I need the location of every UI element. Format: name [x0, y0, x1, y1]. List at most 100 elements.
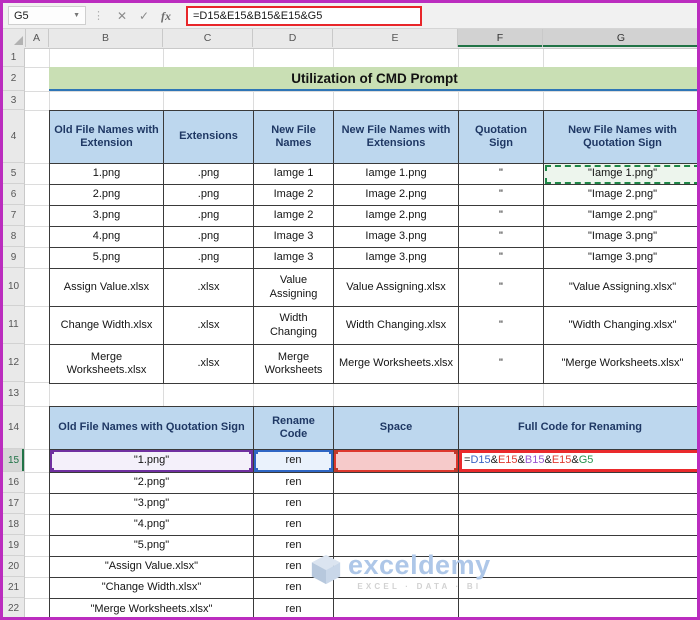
cell-D8[interactable]: Image 3 — [254, 227, 334, 248]
enter-button[interactable]: ✓ — [133, 4, 155, 28]
row-header-20[interactable]: 20 — [3, 556, 25, 577]
row-header-5[interactable]: 5 — [3, 163, 25, 184]
selection-handle[interactable] — [254, 450, 258, 454]
row-header-9[interactable]: 9 — [3, 247, 25, 268]
cell-G6[interactable]: "Image 2.png" — [544, 185, 697, 206]
cell-F7[interactable]: " — [459, 206, 544, 227]
row-header-3[interactable]: 3 — [3, 91, 25, 110]
cell-E5[interactable]: Iamge 1.png — [334, 164, 459, 185]
row-header-11[interactable]: 11 — [3, 306, 25, 344]
cell-D15[interactable]: ren — [254, 450, 334, 473]
cell-E11[interactable]: Width Changing.xlsx — [334, 307, 459, 345]
row-header-14[interactable]: 14 — [3, 406, 25, 449]
row-header-10[interactable]: 10 — [3, 268, 25, 306]
row-header-8[interactable]: 8 — [3, 226, 25, 247]
row-header-6[interactable]: 6 — [3, 184, 25, 205]
row-header-21[interactable]: 21 — [3, 577, 25, 598]
title-cell[interactable]: Utilization of CMD Prompt — [49, 67, 697, 91]
cell-F11[interactable]: " — [459, 307, 544, 345]
cell-F5[interactable]: " — [459, 164, 544, 185]
cell-F9[interactable]: " — [459, 248, 544, 269]
cell-E10[interactable]: Value Assigning.xlsx — [334, 269, 459, 307]
cell-E7[interactable]: Iamge 2.png — [334, 206, 459, 227]
row-header-19[interactable]: 19 — [3, 535, 25, 556]
row-header-22[interactable]: 22 — [3, 598, 25, 617]
cell-C6[interactable]: .png — [164, 185, 254, 206]
cell-F12[interactable]: " — [459, 345, 544, 383]
header-cell-E4[interactable]: New File Names with Extensions — [334, 111, 459, 164]
column-header-G[interactable]: G — [543, 28, 697, 47]
cell-C8[interactable]: .png — [164, 227, 254, 248]
cell-B21[interactable]: "Change Width.xlsx" — [50, 578, 254, 599]
cell-D17[interactable]: ren — [254, 494, 334, 515]
header-cell-G4[interactable]: New File Names with Quotation Sign — [544, 111, 697, 164]
row-header-17[interactable]: 17 — [3, 493, 25, 514]
cell-E9[interactable]: Iamge 3.png — [334, 248, 459, 269]
column-header-A[interactable]: A — [25, 28, 49, 47]
cell-G5[interactable]: "Iamge 1.png" — [544, 164, 697, 185]
cell-B7[interactable]: 3.png — [50, 206, 164, 227]
row-header-4[interactable]: 4 — [3, 110, 25, 163]
cell-E8[interactable]: Image 3.png — [334, 227, 459, 248]
insert-function-button[interactable]: fx — [155, 4, 177, 28]
cell-D5[interactable]: Iamge 1 — [254, 164, 334, 185]
cell-D12[interactable]: Merge Worksheets — [254, 345, 334, 383]
selection-handle[interactable] — [50, 450, 54, 454]
cell-C9[interactable]: .png — [164, 248, 254, 269]
cell-D7[interactable]: Iamge 2 — [254, 206, 334, 227]
column-header-E[interactable]: E — [333, 28, 458, 47]
cell-B12[interactable]: Merge Worksheets.xlsx — [50, 345, 164, 383]
cell-F22[interactable] — [459, 599, 697, 617]
row-header-18[interactable]: 18 — [3, 514, 25, 535]
cell-B18[interactable]: "4.png" — [50, 515, 254, 536]
cell-D16[interactable]: ren — [254, 473, 334, 494]
header-cell-B4[interactable]: Old File Names with Extension — [50, 111, 164, 164]
formula-input[interactable]: =D15&E15&B15&E15&G5 — [186, 5, 422, 26]
cell-G10[interactable]: "Value Assigning.xlsx" — [544, 269, 697, 307]
cell-C5[interactable]: .png — [164, 164, 254, 185]
cell-E22[interactable] — [334, 599, 459, 617]
header-cell-D4[interactable]: New File Names — [254, 111, 334, 164]
selection-handle[interactable] — [334, 450, 338, 454]
cell-B15[interactable]: "1.png" — [50, 450, 254, 473]
header-cell-F14[interactable]: Full Code for Renaming — [459, 407, 697, 450]
cell-F21[interactable] — [459, 578, 697, 599]
cell-G9[interactable]: "Iamge 3.png" — [544, 248, 697, 269]
header-cell-C4[interactable]: Extensions — [164, 111, 254, 164]
row-header-12[interactable]: 12 — [3, 344, 25, 382]
cell-F6[interactable]: " — [459, 185, 544, 206]
cell-F19[interactable] — [459, 536, 697, 557]
row-header-7[interactable]: 7 — [3, 205, 25, 226]
cell-F16[interactable] — [459, 473, 697, 494]
row-header-1[interactable]: 1 — [3, 48, 25, 67]
row-header-2[interactable]: 2 — [3, 67, 25, 91]
cell-C10[interactable]: .xlsx — [164, 269, 254, 307]
cell-D22[interactable]: ren — [254, 599, 334, 617]
cell-B8[interactable]: 4.png — [50, 227, 164, 248]
cell-D9[interactable]: Iamge 3 — [254, 248, 334, 269]
cell-F10[interactable]: " — [459, 269, 544, 307]
row-header-16[interactable]: 16 — [3, 472, 25, 493]
cell-D10[interactable]: Value Assigning — [254, 269, 334, 307]
cell-B6[interactable]: 2.png — [50, 185, 164, 206]
cell-B10[interactable]: Assign Value.xlsx — [50, 269, 164, 307]
cell-B19[interactable]: "5.png" — [50, 536, 254, 557]
cell-E18[interactable] — [334, 515, 459, 536]
select-all-button[interactable] — [3, 28, 26, 47]
cell-B22[interactable]: "Merge Worksheets.xlsx" — [50, 599, 254, 617]
cell-B5[interactable]: 1.png — [50, 164, 164, 185]
cell-E16[interactable] — [334, 473, 459, 494]
cell-C12[interactable]: .xlsx — [164, 345, 254, 383]
cell-F18[interactable] — [459, 515, 697, 536]
cell-B11[interactable]: Change Width.xlsx — [50, 307, 164, 345]
header-cell-B14[interactable]: Old File Names with Quotation Sign — [50, 407, 254, 450]
cell-G7[interactable]: "Iamge 2.png" — [544, 206, 697, 227]
row-header-15[interactable]: 15 — [3, 449, 25, 472]
column-header-B[interactable]: B — [49, 28, 163, 47]
cancel-button[interactable]: ✕ — [111, 4, 133, 28]
cell-F8[interactable]: " — [459, 227, 544, 248]
cell-B16[interactable]: "2.png" — [50, 473, 254, 494]
cell-B17[interactable]: "3.png" — [50, 494, 254, 515]
cell-C11[interactable]: .xlsx — [164, 307, 254, 345]
cell-D18[interactable]: ren — [254, 515, 334, 536]
